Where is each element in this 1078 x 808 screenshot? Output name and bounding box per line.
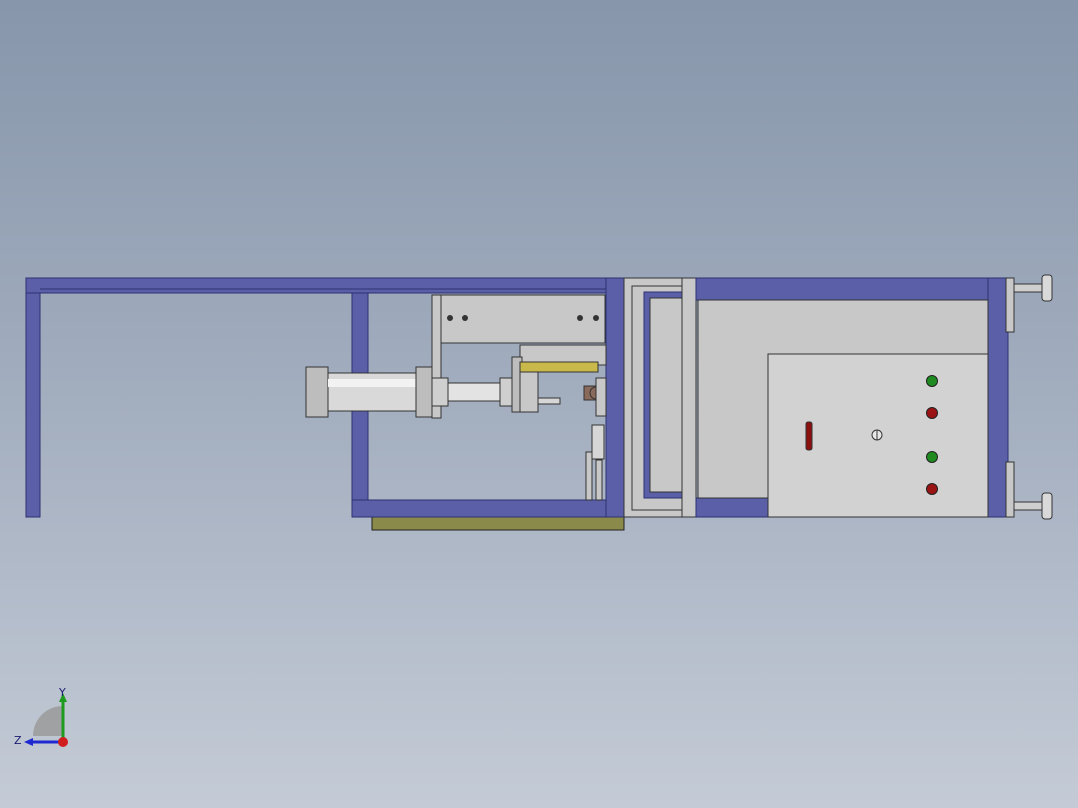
- toggle-switch: [805, 421, 813, 451]
- graphics-viewport[interactable]: Y Z: [0, 0, 1078, 808]
- leveling-foot-top: [1013, 274, 1053, 302]
- base-plate: [371, 515, 625, 531]
- orientation-triad[interactable]: Y Z: [8, 684, 78, 754]
- indicator-light-red-2: [926, 483, 938, 495]
- x-axis-dot: [58, 737, 68, 747]
- y-axis-label: Y: [58, 686, 66, 699]
- control-panel: [767, 353, 989, 518]
- cad-model[interactable]: [0, 0, 1078, 808]
- air-cylinder: [305, 366, 513, 418]
- indicator-light-red-1: [926, 407, 938, 419]
- top-long-rail: [25, 277, 613, 294]
- z-axis-arrowhead: [24, 738, 33, 746]
- indicator-light-green-1: [926, 375, 938, 387]
- triad-plane-shading: [33, 706, 63, 736]
- indicator-light-green-2: [926, 451, 938, 463]
- left-vertical-post: [25, 277, 41, 518]
- leveling-foot-bottom: [1013, 492, 1053, 520]
- slide-mechanism: [511, 344, 607, 501]
- z-axis-label: Z: [14, 734, 22, 747]
